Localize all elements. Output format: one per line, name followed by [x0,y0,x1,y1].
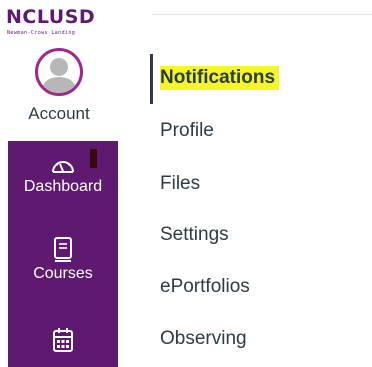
menu-observing[interactable]: Observing [160,327,247,351]
logo-title: NCLUSD [6,6,96,28]
logo-subtitle: Newman-Crows Landing [7,30,76,36]
nav-account[interactable]: Account [0,48,118,140]
menu-files[interactable]: Files [160,172,200,196]
nav-calendar[interactable] [8,327,118,355]
menu-profile[interactable]: Profile [160,119,214,143]
menu-eportfolios[interactable]: ePortfolios [160,275,250,299]
nav-menu: Dashboard Courses [8,141,118,367]
nav-courses-label: Courses [33,265,93,282]
book-icon [54,237,72,262]
nav-courses[interactable]: Courses [8,236,118,284]
global-nav-sidebar: NCLUSD Newman-Crows Landing Account Dash… [0,0,118,367]
speedometer-icon [52,161,74,173]
top-divider [152,14,372,15]
account-label: Account [28,104,90,123]
menu-settings[interactable]: Settings [160,223,229,247]
user-avatar-icon [35,48,83,96]
nav-dashboard-label: Dashboard [23,178,103,195]
active-item-indicator [150,54,153,104]
menu-notifications[interactable]: Notifications [160,66,280,90]
calendar-icon [53,328,73,352]
district-logo[interactable]: NCLUSD Newman-Crows Landing [6,6,112,42]
nav-dashboard[interactable]: Dashboard [8,155,118,197]
